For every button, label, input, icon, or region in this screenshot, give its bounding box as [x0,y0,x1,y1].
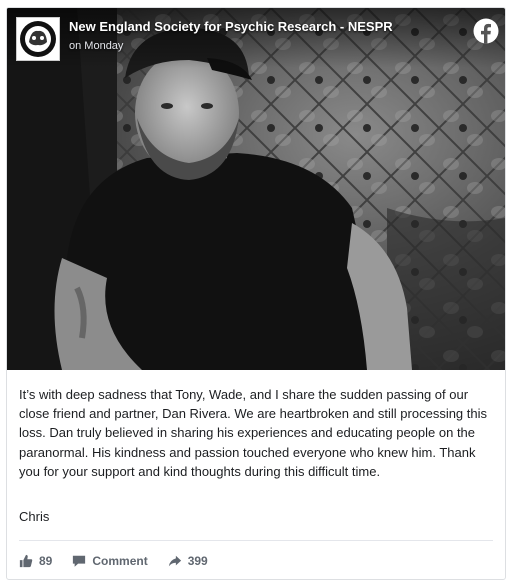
nespr-logo-icon [17,18,59,60]
comment-label: Comment [92,554,148,568]
post-header [7,8,505,68]
thumbs-up-icon [19,554,33,568]
post-message: It’s with deep sadness that Tony, Wade, … [19,387,488,479]
facebook-icon[interactable] [473,18,499,44]
share-arrow-icon [168,555,181,567]
like-button[interactable]: 89 [19,554,52,568]
comment-icon [73,555,86,567]
post-signoff: Chris [19,509,50,524]
post-timestamp[interactable]: on Monday [69,40,123,52]
page-name-link[interactable]: New England Society for Psychic Research… [69,19,393,34]
share-count: 399 [187,554,208,568]
like-count: 89 [39,554,53,568]
post-card: New England Society for Psychic Research… [6,7,506,580]
post-actions: 89 Comment 399 [19,551,228,571]
page-avatar[interactable] [16,17,60,61]
share-button[interactable]: 399 [168,554,208,568]
comment-button[interactable]: Comment [72,554,148,568]
post-body: It’s with deep sadness that Tony, Wade, … [19,385,489,481]
actions-divider [19,540,493,541]
